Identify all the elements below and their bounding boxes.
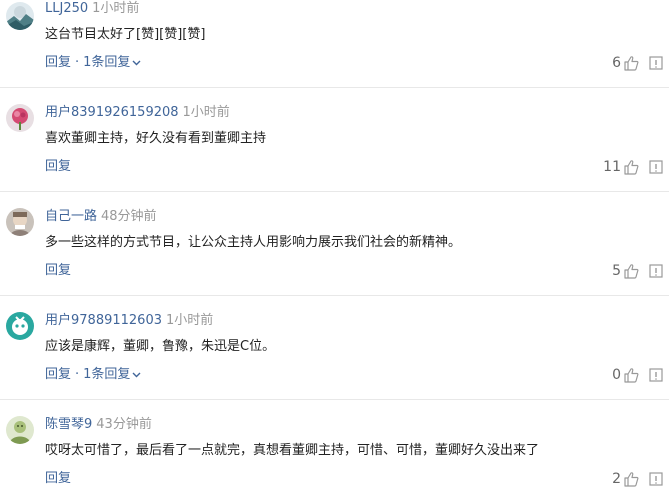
- report-icon[interactable]: [649, 472, 663, 486]
- comment-text: 喜欢董卿主持，好久没有看到董卿主持: [45, 131, 267, 146]
- comment-item: LLJ250 1小时前 这台节目太好了[赞][赞][赞] 回复 · 1条回复 6: [0, 0, 669, 88]
- report-icon[interactable]: [649, 264, 663, 278]
- comment-meta: 用户97889112603 1小时前: [45, 312, 213, 330]
- comment-text: 多一些这样的方式节目，让公众主持人用影响力展示我们社会的新精神。: [45, 235, 462, 250]
- thumbs-up-icon[interactable]: [623, 159, 639, 175]
- comment-time: 43分钟前: [96, 417, 152, 432]
- like-count: 5: [612, 263, 621, 279]
- comment-text: 应该是康辉，董卿，鲁豫，朱迅是C位。: [45, 339, 276, 354]
- avatar[interactable]: [6, 416, 34, 444]
- comment-right-actions: 2: [612, 470, 663, 488]
- chevron-down-icon: [132, 372, 141, 377]
- comment-actions: 回复: [45, 262, 71, 280]
- comment-time: 1小时前: [182, 105, 230, 120]
- comment-item: 自己一路 48分钟前 多一些这样的方式节目，让公众主持人用影响力展示我们社会的新精…: [0, 192, 669, 296]
- like-count: 2: [612, 471, 621, 487]
- thumbs-up-icon[interactable]: [623, 367, 639, 383]
- username-link[interactable]: 陈雪琴9: [45, 417, 92, 432]
- comment-list: LLJ2501小时前 这台节目太好了[赞][赞][赞] 回复·1条回复 6: [0, 0, 669, 504]
- comment-meta: 陈雪琴9 43分钟前: [45, 416, 152, 434]
- replies-count: 1条回复: [83, 367, 131, 382]
- comment-meta: 用户8391926159208 1小时前: [45, 104, 230, 122]
- comment-time: 1小时前: [165, 313, 214, 328]
- separator-dot: ·: [75, 55, 80, 70]
- comment-text: 哎呀太可惜了，最后看了一点就完，真想看董卿主持，可惜、可惜，董卿好久没出来了: [45, 443, 540, 458]
- comment-time: 1小时前: [92, 1, 140, 16]
- username-link[interactable]: 用户97889112603: [45, 313, 162, 328]
- comment-text: 这台节目太好了[赞][赞][赞]: [45, 27, 206, 42]
- comment-right-actions: 6: [612, 54, 663, 72]
- comment-actions: 回复: [45, 158, 71, 176]
- comment-time: 48分钟前: [101, 209, 157, 224]
- reply-button[interactable]: 回复: [45, 159, 71, 174]
- avatar[interactable]: [6, 104, 34, 132]
- reply-button[interactable]: 回复: [45, 55, 71, 70]
- replies-count: 1条回复: [83, 55, 131, 70]
- like-count: 0: [612, 367, 621, 383]
- separator-dot: ·: [75, 367, 80, 382]
- expand-replies-button[interactable]: 1条回复: [83, 367, 141, 382]
- comment-actions: 回复 · 1条回复: [45, 366, 141, 384]
- report-icon[interactable]: [649, 160, 663, 174]
- comment-item: 用户97889112603 1小时前 应该是康辉，董卿，鲁豫，朱迅是C位。 回复 ·…: [0, 296, 669, 400]
- thumbs-up-icon[interactable]: [623, 263, 639, 279]
- report-icon[interactable]: [649, 56, 663, 70]
- username-link[interactable]: LLJ250: [45, 1, 88, 16]
- chevron-down-icon: [132, 60, 141, 65]
- username-link[interactable]: 用户8391926159208: [45, 105, 179, 120]
- expand-replies-button[interactable]: 1条回复: [83, 55, 141, 70]
- reply-button[interactable]: 回复: [45, 367, 71, 382]
- avatar[interactable]: [6, 208, 34, 236]
- comment-item: 用户8391926159208 1小时前 喜欢董卿主持，好久没有看到董卿主持 回复…: [0, 88, 669, 192]
- avatar[interactable]: [6, 2, 34, 30]
- thumbs-up-icon[interactable]: [623, 471, 639, 487]
- comment-actions: 回复 · 1条回复: [45, 54, 141, 72]
- report-icon[interactable]: [649, 368, 663, 382]
- comment-actions: 回复: [45, 470, 71, 488]
- comment-item: 陈雪琴9 43分钟前 哎呀太可惜了，最后看了一点就完，真想看董卿主持，可惜、可惜，…: [0, 400, 669, 504]
- avatar[interactable]: [6, 312, 34, 340]
- like-count: 11: [603, 159, 621, 175]
- reply-button[interactable]: 回复: [45, 263, 71, 278]
- comment-meta: LLJ250 1小时前: [45, 0, 139, 18]
- comment-right-actions: 11: [603, 158, 663, 176]
- like-count: 6: [612, 55, 621, 71]
- username-link[interactable]: 自己一路: [45, 209, 97, 224]
- comment-right-actions: 5: [612, 262, 663, 280]
- comment-meta: 自己一路 48分钟前: [45, 208, 157, 226]
- reply-button[interactable]: 回复: [45, 471, 71, 486]
- thumbs-up-icon[interactable]: [623, 55, 639, 71]
- comment-right-actions: 0: [612, 366, 663, 384]
